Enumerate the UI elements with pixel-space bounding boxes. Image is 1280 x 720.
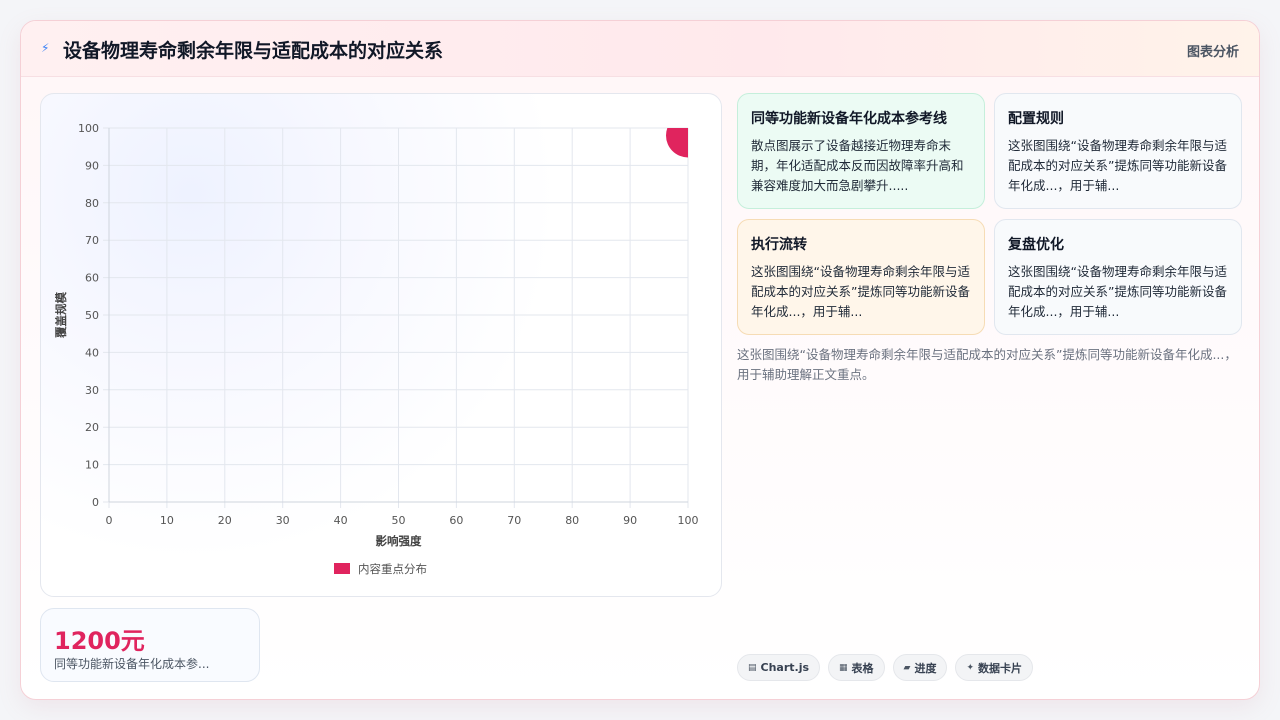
x-tick-label: 60: [449, 514, 463, 527]
tag-label: Chart.js: [760, 661, 810, 674]
x-tick-label: 10: [160, 514, 174, 527]
tag-data-card[interactable]: ✦ 数据卡片: [955, 654, 1034, 681]
y-tick-label: 80: [85, 197, 99, 210]
info-card-review-optimize: 复盘优化 这张图围绕“设备物理寿命剩余年限与适配成本的对应关系”提炼同等功能新设…: [994, 219, 1242, 335]
table-icon: ▦: [839, 662, 848, 673]
tag-label: 进度: [914, 661, 937, 675]
y-axis-title: 覆盖规模: [54, 292, 68, 338]
tag-label: 数据卡片: [978, 661, 1023, 675]
info-card-execution-flow: 执行流转 这张图围绕“设备物理寿命剩余年限与适配成本的对应关系”提炼同等功能新设…: [737, 219, 985, 335]
panel-header: ⚡ 设备物理寿命剩余年限与适配成本的对应关系 图表分析: [21, 21, 1259, 77]
card-body: 这张图围绕“设备物理寿命剩余年限与适配成本的对应关系”提炼同等功能新设备年化成.…: [1008, 264, 1227, 319]
y-tick-label: 0: [92, 496, 99, 509]
y-tick-label: 100: [78, 122, 99, 135]
chart-panel: ⚡ 设备物理寿命剩余年限与适配成本的对应关系 图表分析 0 10 20 30 40 50 6…: [20, 20, 1260, 700]
lightning-icon: ⚡: [41, 41, 50, 55]
x-tick-label: 80: [565, 514, 579, 527]
x-tick-label: 0: [106, 514, 113, 527]
card-body: 散点图展示了设备越接近物理寿命末期，年化适配成本反而因故障率升高和兼容难度加大而…: [751, 138, 964, 193]
stat-card: 1200元 同等功能新设备年化成本参...: [40, 608, 260, 682]
y-tick-label: 70: [85, 234, 99, 247]
tag-table[interactable]: ▦ 表格: [828, 654, 885, 681]
y-tick-label: 30: [85, 384, 99, 397]
card-body: 这张图围绕“设备物理寿命剩余年限与适配成本的对应关系”提炼同等功能新设备年化成.…: [1008, 138, 1227, 193]
info-card-config-rules: 配置规则 这张图围绕“设备物理寿命剩余年限与适配成本的对应关系”提炼同等功能新设…: [994, 93, 1242, 209]
x-tick-label: 70: [507, 514, 521, 527]
card-title: 配置规则: [1008, 111, 1064, 127]
info-card-reference-line: 同等功能新设备年化成本参考线 散点图展示了设备越接近物理寿命末期，年化适配成本反…: [737, 93, 985, 209]
card-title: 同等功能新设备年化成本参考线: [751, 111, 947, 127]
legend-label: 内容重点分布: [358, 562, 427, 576]
legend-swatch: [334, 563, 350, 574]
y-tick-label: 50: [85, 309, 99, 322]
x-tick-label: 50: [392, 514, 406, 527]
card-title: 执行流转: [751, 237, 807, 253]
x-axis-title: 影响强度: [376, 534, 422, 548]
x-tick-label: 20: [218, 514, 232, 527]
scatter-point: [666, 128, 688, 158]
tag-chartjs[interactable]: ▤ Chart.js: [737, 654, 821, 681]
progress-icon: ▰: [903, 662, 911, 673]
x-tick-label: 100: [678, 514, 699, 527]
stat-value: 1200元: [54, 627, 145, 655]
chart-summary: 这张图围绕“设备物理寿命剩余年限与适配成本的对应关系”提炼同等功能新设备年化成.…: [737, 347, 1237, 382]
y-tick-label: 10: [85, 459, 99, 472]
card-title: 复盘优化: [1008, 237, 1064, 253]
scatter-chart-card: 0 10 20 30 40 50 60 70 80 90 100 0 10 20 30 40 50 60 70 80 9…: [40, 93, 722, 597]
card-body: 这张图围绕“设备物理寿命剩余年限与适配成本的对应关系”提炼同等功能新设备年化成.…: [751, 264, 970, 319]
scatter-chart: 0 10 20 30 40 50 60 70 80 90 100 0 10 20 30 40 50 60 70 80 9…: [54, 122, 699, 576]
x-tick-label: 90: [623, 514, 637, 527]
y-tick-label: 60: [85, 272, 99, 285]
chart-analysis-label[interactable]: 图表分析: [1187, 41, 1239, 60]
sparkle-icon: ✦: [966, 662, 975, 673]
feature-tags: ▤ Chart.js ▦ 表格 ▰ 进度 ✦ 数据卡片: [737, 654, 1034, 681]
page-title: 设备物理寿命剩余年限与适配成本的对应关系: [63, 40, 444, 62]
tag-progress[interactable]: ▰ 进度: [892, 654, 948, 681]
y-tick-label: 20: [85, 421, 99, 434]
chart-icon: ▤: [748, 662, 757, 673]
x-tick-label: 40: [334, 514, 348, 527]
y-tick-label: 40: [85, 346, 99, 359]
x-tick-label: 30: [276, 514, 290, 527]
y-tick-label: 90: [85, 159, 99, 172]
tag-label: 表格: [851, 661, 874, 675]
stat-label: 同等功能新设备年化成本参...: [54, 657, 210, 671]
